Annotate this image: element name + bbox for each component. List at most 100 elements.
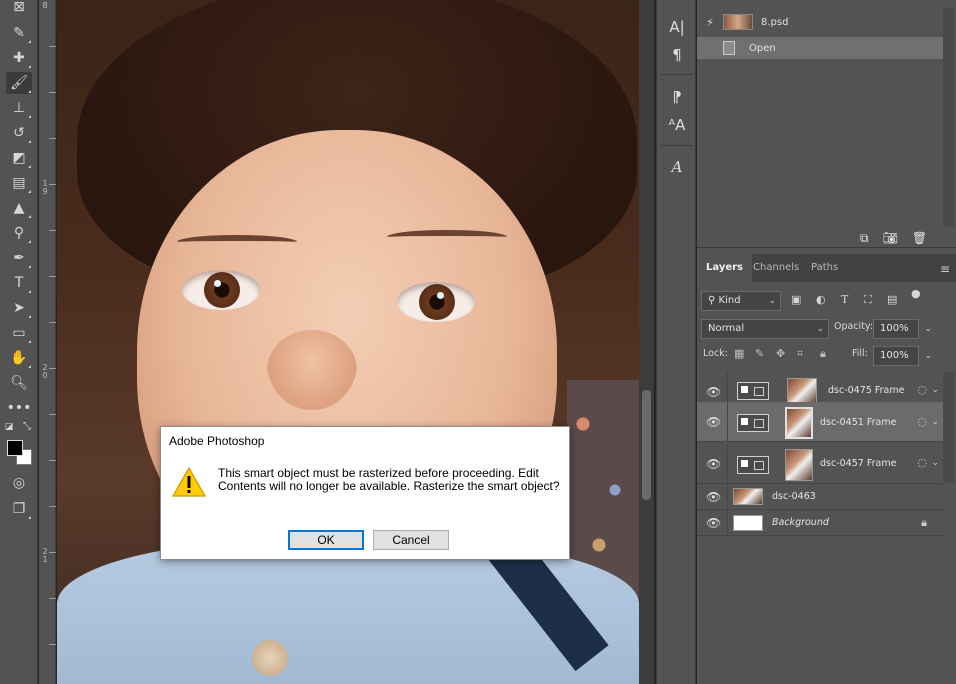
default-colors-icon[interactable]: ◪ [2, 420, 16, 434]
smart-object-filter-icon[interactable]: ▤ [887, 293, 897, 306]
collapsed-panels-column: A| ¶ ⁋ ᴬA A [656, 0, 696, 684]
fill-field[interactable]: 100% ⌄ [873, 346, 932, 366]
layer-name: dsc-0457 Frame [820, 458, 897, 469]
character-styles-icon[interactable]: ᴬA [665, 114, 689, 136]
photo-left-eye [182, 270, 260, 310]
panel-menu-icon[interactable]: ≡ [940, 262, 950, 276]
fill-label: Fill: [852, 348, 868, 359]
layer-row[interactable]: 👁︎ Background 🔒︎ [697, 510, 943, 536]
layers-scrollbar[interactable] [943, 372, 955, 482]
blur-tool-icon[interactable]: ▲ [6, 197, 32, 219]
ok-button[interactable]: OK [288, 530, 364, 550]
paragraph-styles-icon[interactable]: ⁋ [665, 86, 689, 108]
type-tool-icon[interactable]: T [6, 272, 32, 294]
photo-right-eye [397, 282, 475, 322]
lock-transparent-icon[interactable]: ▦ [734, 347, 744, 360]
screen-mode-icon[interactable]: ❐ [6, 498, 32, 520]
rasterize-dialog: Adobe Photoshop This smart object must b… [160, 426, 570, 560]
path-selection-tool-icon[interactable]: ➤ [6, 297, 32, 319]
history-snapshot-thumbnail [723, 14, 753, 30]
tab-paths[interactable]: Paths [802, 254, 847, 282]
layer-row[interactable]: 👁︎ dsc-0457 Frame ◌ ⌄ [697, 444, 943, 484]
vertical-ruler: 8 1 9 2 0 2 1 [39, 0, 56, 684]
rectangle-tool-icon[interactable]: ▭ [6, 322, 32, 344]
history-item[interactable]: Open [697, 37, 943, 59]
visibility-eye-icon[interactable]: 👁︎ [706, 517, 721, 529]
blend-mode-dropdown[interactable]: Normal ⌄ [701, 319, 829, 339]
shape-filter-icon[interactable]: ⛶ [864, 293, 872, 307]
layers-panel: Layers Channels Paths ≡ ⚲ Kind ⌄ ▣ ◐ T ⛶… [697, 254, 956, 684]
pixel-filter-icon[interactable]: ▣ [791, 293, 801, 306]
frame-options-icon[interactable]: ◌ [917, 383, 927, 396]
filter-toggle-icon[interactable]: ● [911, 287, 921, 300]
frame-options-icon[interactable]: ◌ [917, 415, 927, 428]
glyphs-panel-icon[interactable]: A [665, 156, 689, 178]
swap-colors-icon[interactable]: ⤡ [20, 420, 34, 434]
lock-image-icon[interactable]: ✎ [755, 347, 764, 360]
layer-name: Background [772, 517, 829, 528]
photo-shirt-button [252, 640, 288, 676]
frame-options-icon[interactable]: ◌ [917, 456, 927, 469]
chevron-down-icon: ⌄ [816, 324, 824, 334]
hand-tool-icon[interactable]: ✋ [6, 347, 32, 369]
adjustment-filter-icon[interactable]: ◐ [816, 293, 826, 306]
chevron-down-icon: ⌄ [924, 324, 932, 334]
history-brush-tool-icon[interactable]: ↺ [6, 122, 32, 144]
chevron-down-icon[interactable]: ⌄ [931, 417, 939, 427]
tools-panel: ⊠ ✎ ✚ 🖌 ⊥ ↺ ◩ ▤ ▲ ⚲ ✒ T ➤ ▭ ✋ 🔍︎ ••• ◪ ⤡… [0, 0, 38, 684]
lock-position-icon[interactable]: ✥ [776, 347, 785, 360]
type-filter-icon[interactable]: T [841, 293, 848, 306]
filter-kind-dropdown[interactable]: ⚲ Kind ⌄ [701, 291, 781, 311]
frame-tool-icon[interactable]: ⊠ [6, 0, 32, 18]
canvas-scrollbar-thumb[interactable] [642, 390, 651, 500]
history-brush-source-icon[interactable]: ⚡ [697, 16, 723, 29]
new-document-from-state-icon[interactable]: ⧉ [860, 231, 869, 246]
character-panel-icon[interactable]: A| [665, 16, 689, 38]
gradient-tool-icon[interactable]: ▤ [6, 172, 32, 194]
chevron-down-icon[interactable]: ⌄ [931, 385, 939, 395]
lock-artboard-icon[interactable]: ⌗ [797, 347, 803, 361]
lock-icon: 🔒︎ [921, 516, 927, 529]
eyedropper-tool-icon[interactable]: ✎ [6, 22, 32, 44]
visibility-eye-icon[interactable]: 👁︎ [706, 491, 721, 503]
chevron-down-icon[interactable]: ⌄ [931, 458, 939, 468]
trash-icon[interactable]: 🗑︎ [912, 231, 927, 246]
paragraph-panel-icon[interactable]: ¶ [665, 44, 689, 66]
layer-row[interactable]: 👁︎ dsc-0451 Frame ◌ ⌄ [697, 402, 943, 442]
history-item-label: Open [749, 42, 776, 54]
eraser-tool-icon[interactable]: ◩ [6, 147, 32, 169]
clone-stamp-tool-icon[interactable]: ⊥ [6, 97, 32, 119]
document-canvas[interactable] [57, 0, 639, 684]
pen-tool-icon[interactable]: ✒ [6, 247, 32, 269]
search-icon: ⚲ [708, 295, 719, 306]
history-snapshot-row[interactable]: ⚡ 8.psd [697, 11, 943, 33]
tab-channels[interactable]: Channels [744, 254, 808, 282]
photo-right-brow [387, 230, 507, 244]
lock-all-icon[interactable]: 🔒︎ [820, 347, 826, 361]
lock-row: Lock: ▦ ✎ ✥ ⌗ 🔒︎ Fill: 100% ⌄ [697, 344, 956, 368]
blend-row: Normal ⌄ Opacity: 100% ⌄ [697, 317, 956, 341]
history-actions: ⧉ 📷︎ 🗑︎ [860, 231, 927, 246]
document-icon [723, 41, 735, 55]
dodge-tool-icon[interactable]: ⚲ [6, 222, 32, 244]
brush-tool-icon[interactable]: 🖌 [6, 72, 32, 94]
layer-row[interactable]: 👁︎ dsc-0463 [697, 484, 943, 510]
opacity-field[interactable]: 100% ⌄ [873, 319, 932, 339]
history-scrollbar[interactable] [943, 8, 955, 226]
quick-mask-icon[interactable]: ◎ [6, 472, 32, 494]
cancel-button[interactable]: Cancel [373, 530, 449, 550]
healing-brush-tool-icon[interactable]: ✚ [6, 47, 32, 69]
canvas-scrollbar[interactable] [639, 0, 654, 684]
warning-icon [172, 466, 206, 497]
lock-label: Lock: [703, 348, 728, 359]
ruler-label: 1 9 [42, 179, 48, 196]
foreground-color-swatch[interactable] [7, 440, 23, 456]
visibility-eye-icon[interactable]: 👁︎ [706, 386, 721, 398]
more-tools-icon[interactable]: ••• [6, 397, 32, 419]
visibility-eye-icon[interactable]: 👁︎ [706, 416, 721, 428]
camera-icon[interactable]: 📷︎ [883, 231, 898, 246]
visibility-eye-icon[interactable]: 👁︎ [706, 458, 721, 470]
history-panel: ⚡ 8.psd Open ⧉ 📷︎ 🗑︎ [697, 0, 956, 248]
photoshop-window: ⊠ ✎ ✚ 🖌 ⊥ ↺ ◩ ▤ ▲ ⚲ ✒ T ➤ ▭ ✋ 🔍︎ ••• ◪ ⤡… [0, 0, 956, 684]
zoom-tool-icon[interactable]: 🔍︎ [6, 372, 32, 394]
